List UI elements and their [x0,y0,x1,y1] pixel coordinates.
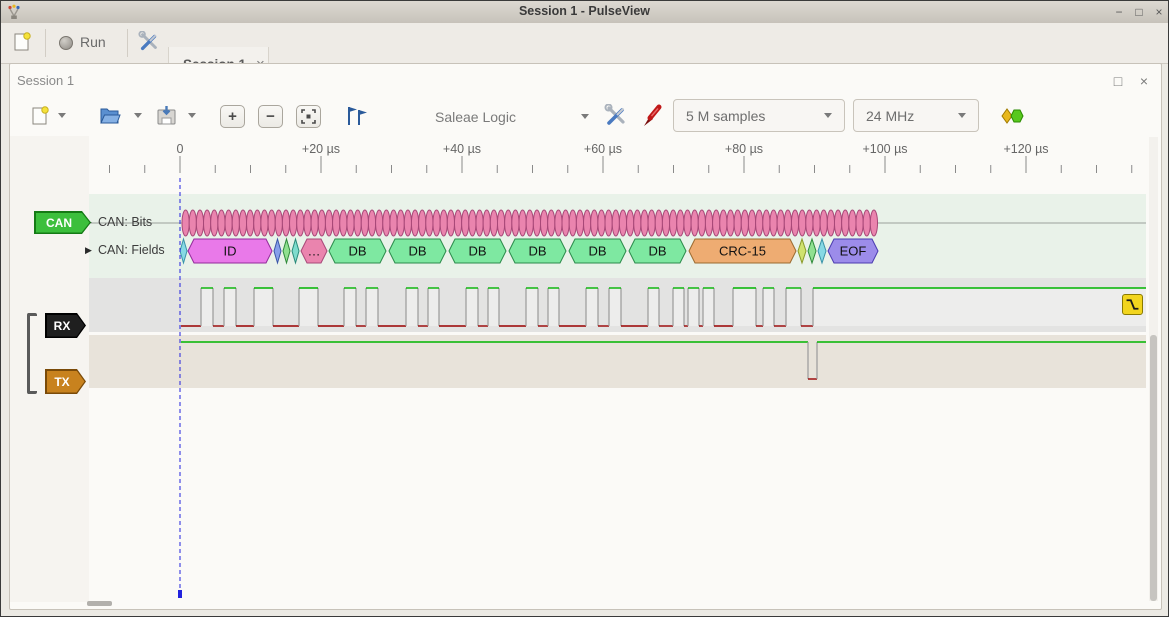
vertical-scrollbar-thumb[interactable] [1150,335,1157,601]
minimize-icon[interactable]: − [1111,3,1127,20]
run-button[interactable]: Run [80,34,106,50]
window-title: Session 1 - PulseView [1,4,1168,18]
new-view-dropdown-icon[interactable] [58,113,66,118]
new-session-icon[interactable] [11,31,33,53]
pulseview-window: Session 1 - PulseView − □ × Run Session … [0,0,1169,617]
falling-edge-icon [1124,296,1141,313]
tx-signal-row[interactable] [89,335,1146,388]
rx-signal-row[interactable] [89,278,1146,332]
toolbar-separator [127,29,128,57]
tx-tag-label: TX [54,375,76,389]
can-tag-label: CAN [46,216,79,230]
open-file-icon[interactable] [98,105,122,127]
sample-rate-select[interactable]: 24 MHz [853,99,979,132]
run-status-icon [59,36,73,50]
can-decoder-tag[interactable]: CAN [34,211,91,234]
sample-rate-dropdown-icon [958,113,966,118]
main-toolbar: Run Session 1 × [1,23,1168,64]
sample-count-select[interactable]: 5 M samples [673,99,845,132]
zoom-fit-icon [301,109,316,124]
trigger-marker[interactable] [1122,294,1143,315]
close-icon[interactable]: × [1151,3,1167,20]
add-decoder-icon[interactable] [999,107,1025,125]
save-file-icon[interactable] [155,105,179,127]
device-dropdown-icon[interactable] [581,114,589,119]
channel-group-bracket [27,313,37,394]
open-dropdown-icon[interactable] [134,113,142,118]
can-fields-row-label[interactable]: CAN: Fields [98,243,165,257]
rx-channel-tag-fill: RX [47,315,85,337]
save-dropdown-icon[interactable] [188,113,196,118]
channels-config-icon[interactable] [604,104,628,128]
zoom-in-button[interactable]: + [220,105,245,128]
sample-count-dropdown-icon [824,113,832,118]
can-bits-row-label[interactable]: CAN: Bits [98,215,152,229]
rx-tag-label: RX [54,319,78,333]
can-decoder-row[interactable] [89,194,1146,279]
toolbar-separator [45,29,46,57]
zoom-out-button[interactable]: − [258,105,283,128]
new-view-icon[interactable] [29,105,51,127]
probe-icon[interactable] [641,104,663,128]
expand-arrow-icon[interactable]: ▶ [85,245,92,256]
sample-rate-value: 24 MHz [866,108,914,124]
can-decoder-tag-fill: CAN [36,213,90,233]
sample-count-value: 5 M samples [686,108,765,124]
subwindow-title: Session 1 [17,73,74,88]
settings-icon[interactable] [138,31,160,53]
subwindow-maximize-icon[interactable]: □ [1109,72,1127,90]
device-selector[interactable]: Saleae Logic [435,109,516,125]
subwindow-close-icon[interactable]: × [1135,72,1153,90]
tx-channel-tag-fill: TX [47,371,85,393]
maximize-icon[interactable]: □ [1131,3,1147,20]
titlebar[interactable]: Session 1 - PulseView − □ × [1,1,1168,24]
zoom-fit-button[interactable] [296,105,321,128]
horizontal-scrollbar-thumb[interactable] [87,601,112,606]
flag-markers-icon[interactable] [342,104,368,128]
